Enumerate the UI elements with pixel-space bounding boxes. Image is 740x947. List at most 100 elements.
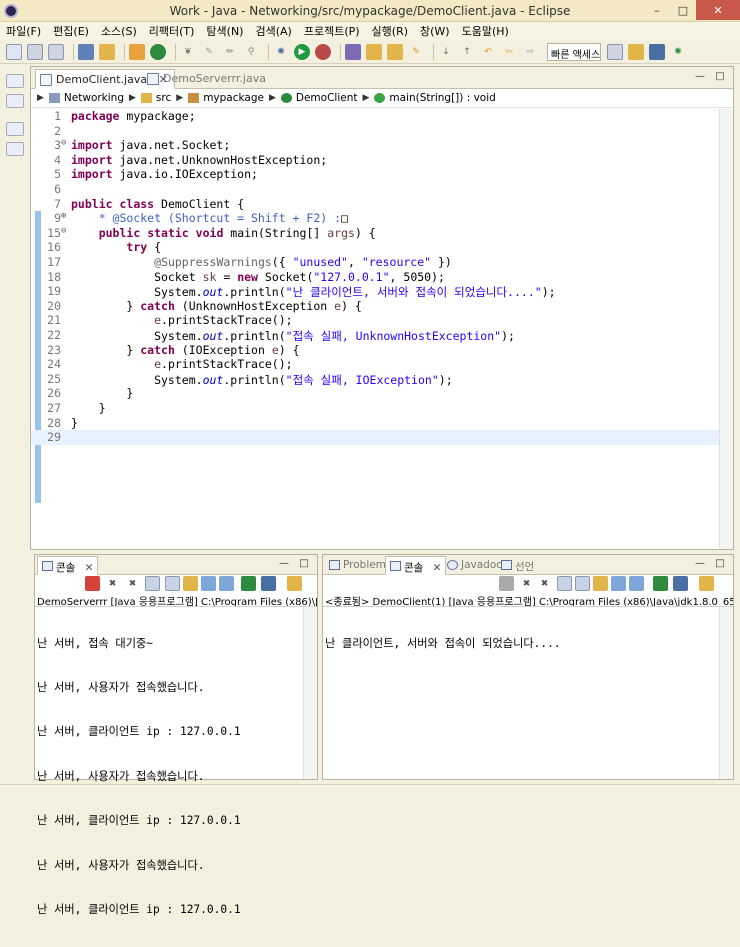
pen-icon[interactable]: ✏ [222,44,238,60]
search-icon[interactable]: ⚲ [243,44,259,60]
editor-vertical-scrollbar[interactable] [719,109,733,549]
back-icon[interactable]: ⇦ [501,44,517,60]
open-type-icon[interactable] [345,43,361,60]
menu-run[interactable]: 실행(R) [372,23,408,39]
remove-launch-icon[interactable]: ✖ [519,576,534,591]
mark-icon[interactable]: ✎ [201,44,217,60]
close-button[interactable]: ✕ [696,0,740,20]
package-explorer-icon[interactable] [6,94,24,108]
breadcrumb-src[interactable]: src [156,92,171,104]
pin-console-icon[interactable] [241,576,256,591]
minimize-view-icon[interactable]: — [277,558,291,570]
menu-refactor[interactable]: 리팩터(T) [149,23,195,39]
close-tab-icon[interactable]: ✕ [433,562,442,574]
console-scrollbar[interactable] [719,607,733,779]
maximize-button[interactable]: □ [670,0,696,20]
tab-label: 콘솔 [56,562,76,574]
show-stderr-icon[interactable] [629,576,644,591]
pin-console-icon[interactable] [653,576,668,591]
restore-icon[interactable] [6,74,24,88]
quick-access-field[interactable]: 빠른 액세스 [547,42,601,61]
show-stdout-icon[interactable] [611,576,626,591]
open-console-icon[interactable] [287,576,302,591]
save-icon[interactable] [27,43,43,60]
console-process-label: DemoServerrr [Java 응용프로그램] C:\Program Fi… [35,593,317,607]
restore-icon[interactable] [6,122,24,136]
menu-bar: 파일(F) 편집(E) 소스(S) 리팩터(T) 탐색(N) 검색(A) 프로젝… [0,22,740,40]
debug-perspective-icon[interactable]: ✺ [670,44,686,60]
terminate-icon[interactable] [499,576,514,591]
show-stderr-icon[interactable] [219,576,234,591]
clear-console-icon[interactable] [557,576,572,591]
open-console-icon[interactable] [699,576,714,591]
menu-navigate[interactable]: 탐색(N) [206,23,243,39]
terminate-icon[interactable] [85,576,100,591]
pencil-icon[interactable]: ✎ [408,44,424,60]
new-icon[interactable] [6,43,22,60]
pin-icon[interactable]: ❦ [180,44,196,60]
display-console-icon[interactable] [261,576,276,591]
console-line: 난 서버, 클라이언트 ip : 127.0.0.1 [37,814,241,828]
display-console-icon[interactable] [673,576,688,591]
menu-edit[interactable]: 편집(E) [53,23,89,39]
tab-console[interactable]: 콘솔 ✕ [385,556,447,575]
save-all-icon[interactable] [48,43,64,60]
print-icon[interactable] [78,43,94,60]
tab-console[interactable]: 콘솔 ✕ [37,556,99,575]
scroll-lock-icon[interactable] [165,576,180,591]
tab-declaration[interactable]: 선언 [497,556,538,575]
breadcrumb-package[interactable]: mypackage [203,92,264,104]
problems-icon [329,560,340,570]
tab-demoserverrr[interactable]: DemoServerrr.java [143,69,272,89]
next-annotation-icon[interactable]: ↓ [438,44,454,60]
last-edit-icon[interactable]: ↶ [480,44,496,60]
clear-console-icon[interactable] [145,576,160,591]
new-class-icon[interactable] [150,43,166,60]
close-tab-icon[interactable]: ✕ [85,562,94,574]
java-ee-perspective-icon[interactable] [628,43,644,60]
debug-config-icon[interactable] [99,43,115,60]
menu-project[interactable]: 프로젝트(P) [304,23,360,39]
maximize-view-icon[interactable]: □ [297,558,311,570]
java-perspective-icon[interactable] [649,43,665,60]
remove-all-icon[interactable]: ✖ [537,576,552,591]
menu-window[interactable]: 창(W) [420,23,450,39]
code-editor[interactable]: 1 package mypackage; 2 3 ⊖ import java.net.… [31,109,719,549]
console-output[interactable]: 난 클라이언트, 서버와 접속이 되었습니다.... [325,607,729,681]
open-task-icon[interactable] [387,43,403,60]
maximize-view-icon[interactable]: □ [713,71,727,83]
menu-source[interactable]: 소스(S) [101,23,137,39]
remove-launch-icon[interactable]: ✖ [105,576,120,591]
open-folder-icon[interactable] [366,43,382,60]
prev-annotation-icon[interactable]: ↑ [459,44,475,60]
breadcrumb-project[interactable]: Networking [64,92,124,104]
fold-icon[interactable]: ⊖ [61,138,69,148]
debug-icon[interactable]: ✺ [273,44,289,60]
outline-icon[interactable] [6,142,24,156]
tab-label: Javadoc [461,559,503,571]
breadcrumb: ▶ Networking ▶ src ▶ mypackage ▶ DemoCli… [31,89,733,108]
console-scrollbar[interactable] [303,607,317,779]
console-output[interactable]: 난 서버, 접속 대기중~ 난 서버, 사용자가 접속했습니다. 난 서버, 클… [37,607,313,947]
forward-icon[interactable]: ⇨ [522,44,538,60]
menu-search[interactable]: 검색(A) [255,23,291,39]
word-wrap-icon[interactable] [183,576,198,591]
menu-file[interactable]: 파일(F) [6,23,41,39]
minimize-view-icon[interactable]: — [693,71,707,83]
maximize-view-icon[interactable]: □ [713,558,727,570]
minimize-button[interactable]: – [644,0,670,20]
open-perspective-icon[interactable] [607,43,623,60]
scroll-lock-icon[interactable] [575,576,590,591]
breadcrumb-class[interactable]: DemoClient [296,92,358,104]
fold-icon[interactable]: ⊖ [61,226,69,236]
run-icon[interactable]: ▶ [294,43,310,60]
package-icon[interactable] [129,43,145,60]
expand-icon[interactable]: ⊕ [61,211,69,221]
remove-all-icon[interactable]: ✖ [125,576,140,591]
breadcrumb-method[interactable]: main(String[]) : void [389,92,495,104]
menu-help[interactable]: 도움말(H) [462,23,509,39]
external-tools-icon[interactable] [315,43,331,60]
minimize-view-icon[interactable]: — [693,558,707,570]
word-wrap-icon[interactable] [593,576,608,591]
show-stdout-icon[interactable] [201,576,216,591]
